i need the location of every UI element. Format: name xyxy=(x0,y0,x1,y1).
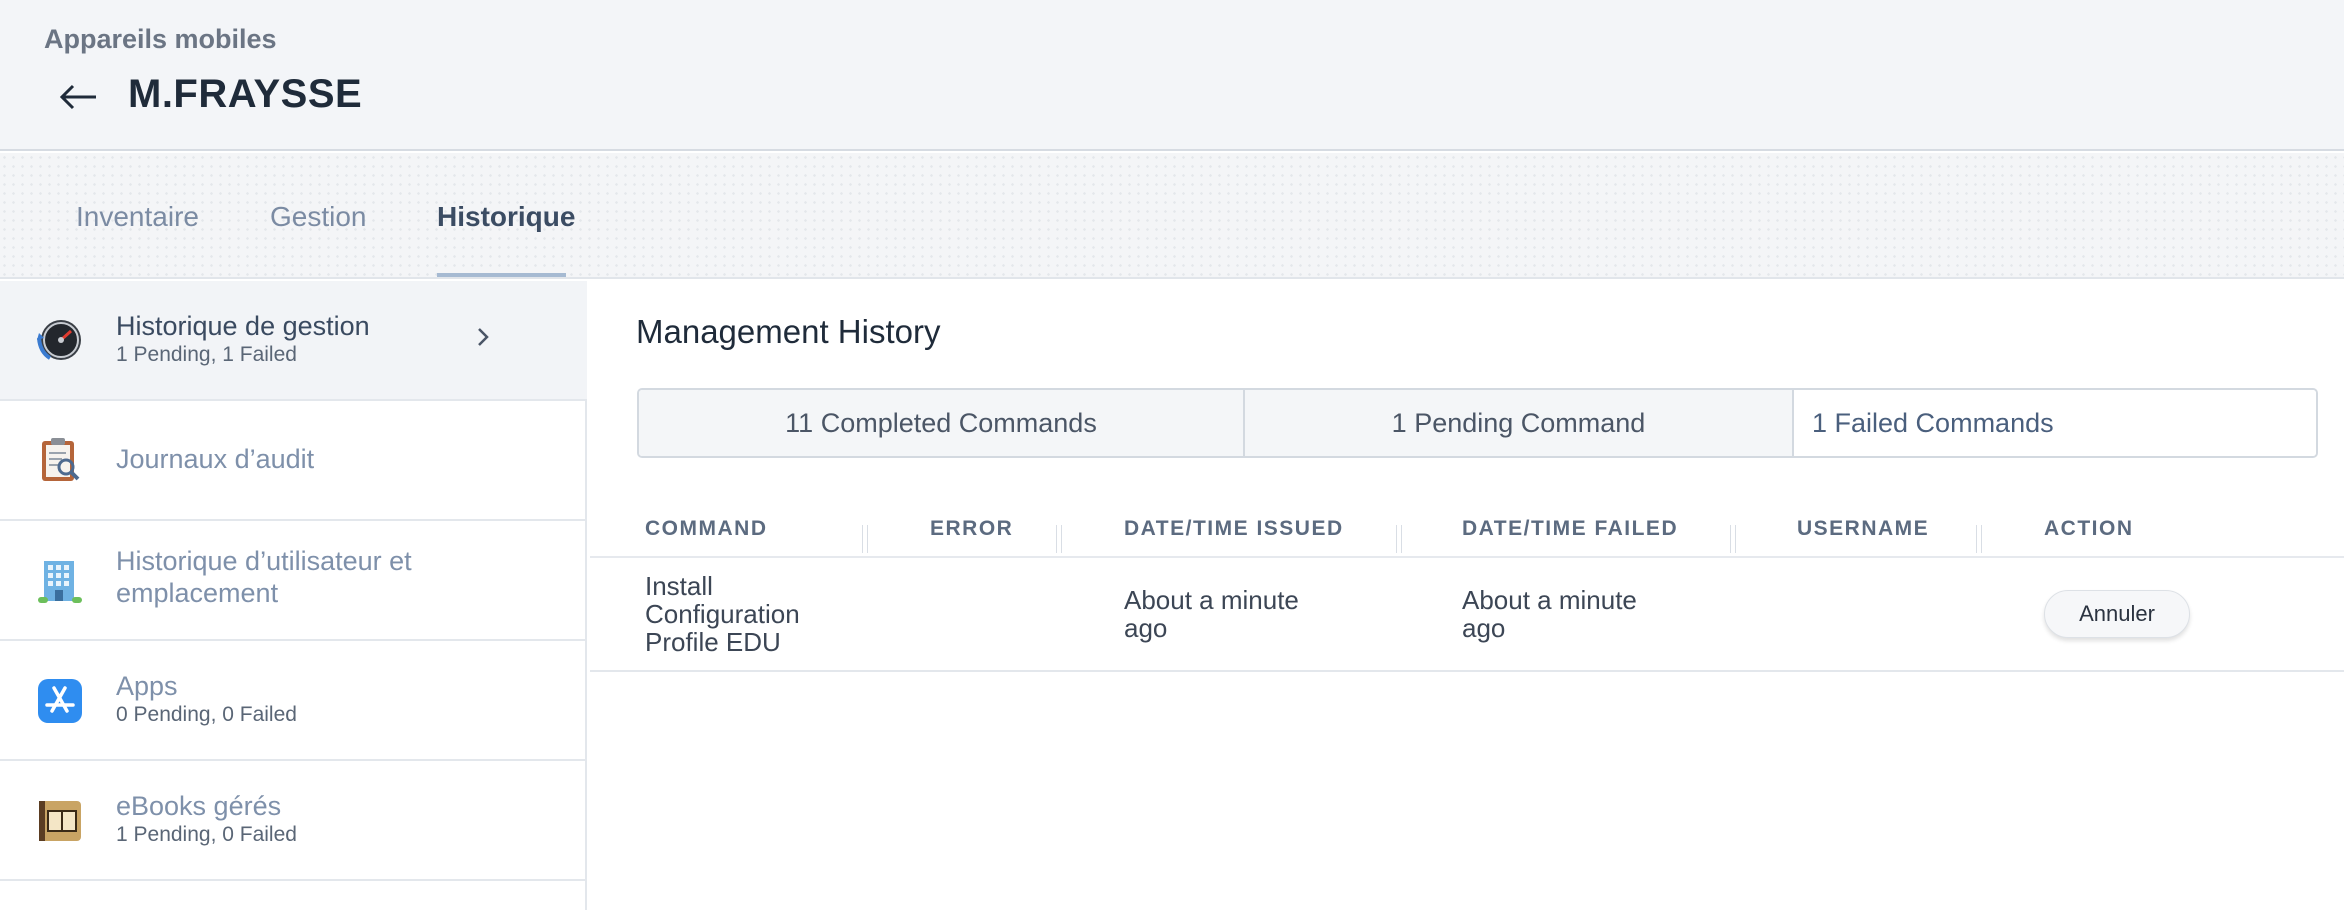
back-arrow-icon[interactable] xyxy=(58,76,100,118)
breadcrumb[interactable]: Appareils mobiles xyxy=(44,24,277,55)
column-resize-handle[interactable] xyxy=(1054,525,1066,553)
tab-gestion[interactable]: Gestion xyxy=(270,201,367,233)
tab-inventaire[interactable]: Inventaire xyxy=(76,201,199,233)
sidebar-item-ebooks[interactable]: eBooks gérés 1 Pending, 0 Failed xyxy=(0,761,587,881)
sidebar-item-title: eBooks gérés xyxy=(116,791,282,821)
sidebar-item-subtitle: 1 Pending, 1 Failed xyxy=(116,343,297,366)
gauge-icon xyxy=(37,320,81,360)
history-sidebar: Historique de gestion 1 Pending, 1 Faile… xyxy=(0,281,587,910)
app-store-icon xyxy=(38,679,82,723)
column-header-action: ACTION xyxy=(2044,517,2134,540)
column-header-command[interactable]: COMMAND xyxy=(645,517,767,541)
command-status-segmented-control: 11 Completed Commands 1 Pending Command … xyxy=(637,388,2318,458)
column-header-username[interactable]: USERNAME xyxy=(1797,517,1929,541)
table-row-divider xyxy=(590,670,2344,672)
chevron-right-icon xyxy=(478,328,489,346)
book-icon xyxy=(39,801,81,841)
column-resize-handle[interactable] xyxy=(1728,525,1740,553)
cell-command: Install Configuration Profile EDU xyxy=(645,571,800,657)
sidebar-item-title: Historique de gestion xyxy=(116,311,370,341)
sidebar-item-apps[interactable]: Apps 0 Pending, 0 Failed xyxy=(0,641,587,761)
active-tab-indicator xyxy=(437,273,566,277)
column-resize-handle[interactable] xyxy=(1394,525,1406,553)
sidebar-item-title: Historique d’utilisateur et emplacement xyxy=(116,546,412,608)
sidebar-item-journaux-audit[interactable]: Journaux d’audit xyxy=(0,401,587,521)
clipboard-magnifier-icon xyxy=(42,438,80,481)
segment-completed-commands[interactable]: 11 Completed Commands xyxy=(639,390,1245,456)
cell-date-failed: About a minute ago xyxy=(1462,585,1637,643)
sidebar-item-historique-de-gestion[interactable]: Historique de gestion 1 Pending, 1 Faile… xyxy=(0,281,587,401)
segment-failed-commands[interactable]: 1 Failed Commands xyxy=(1794,390,2316,456)
column-resize-handle[interactable] xyxy=(1974,525,1986,553)
page-header: Appareils mobiles M.FRAYSSE xyxy=(0,0,2344,151)
cell-date-issued: About a minute ago xyxy=(1124,585,1299,643)
column-header-date-failed[interactable]: DATE/TIME FAILED xyxy=(1462,517,1678,541)
sidebar-item-historique-utilisateur[interactable]: Historique d’utilisateur et emplacement xyxy=(0,521,587,641)
sidebar-item-title: Apps xyxy=(116,671,178,701)
sidebar-item-title: Journaux d’audit xyxy=(116,444,315,474)
tab-historique[interactable]: Historique xyxy=(437,201,575,233)
segment-pending-command[interactable]: 1 Pending Command xyxy=(1245,390,1794,456)
column-header-date-issued[interactable]: DATE/TIME ISSUED xyxy=(1124,517,1344,541)
sidebar-item-subtitle: 0 Pending, 0 Failed xyxy=(116,703,297,726)
page-title: M.FRAYSSE xyxy=(128,72,363,116)
cancel-command-button[interactable]: Annuler xyxy=(2044,590,2190,638)
column-header-error[interactable]: ERROR xyxy=(930,517,1013,541)
column-resize-handle[interactable] xyxy=(860,525,872,553)
section-title: Management History xyxy=(636,313,941,350)
building-icon xyxy=(38,561,82,603)
tab-bar: Inventaire Gestion Historique xyxy=(0,153,2344,279)
table-header-divider xyxy=(590,556,2344,558)
sidebar-item-subtitle: 1 Pending, 0 Failed xyxy=(116,823,297,846)
